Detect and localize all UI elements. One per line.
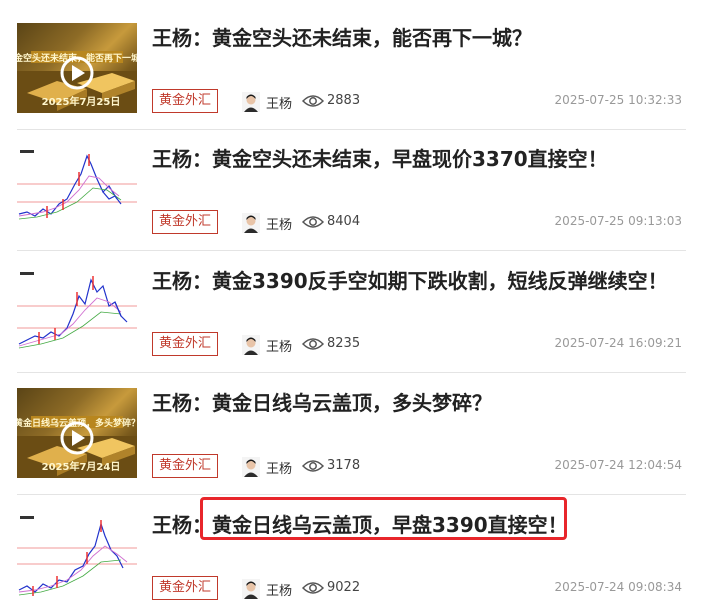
eye-icon	[302, 460, 324, 472]
article-title[interactable]: 王杨：黄金空头还未结束，早盘现价3370直接空！	[152, 143, 608, 172]
video-thumbnail[interactable]: 黄金日线乌云盖顶，多头梦碎？ 2025年7月24日	[17, 388, 137, 478]
view-count: 8235	[327, 336, 361, 351]
category-tag[interactable]: 黄金外汇	[152, 454, 219, 478]
price-chart-image	[17, 144, 137, 234]
author-avatar	[242, 579, 260, 599]
author-avatar	[242, 92, 260, 112]
author-avatar	[242, 457, 260, 477]
author-name[interactable]: 王杨	[266, 214, 292, 233]
author-name[interactable]: 王杨	[266, 580, 292, 599]
publish-time: 2025-07-25 09:13:03	[554, 214, 682, 228]
author-avatar	[242, 335, 260, 355]
gold-bars-illustration: 黄金日线乌云盖顶，多头梦碎？ 2025年7月24日	[17, 416, 137, 478]
author-avatar	[242, 213, 260, 233]
price-chart-image	[17, 266, 137, 356]
article-item[interactable]: 王杨：黄金空头还未结束，早盘现价3370直接空！ 黄金外汇 王杨 8404 20…	[0, 121, 706, 239]
publish-time: 2025-07-24 12:04:54	[554, 458, 682, 472]
view-count: 9022	[327, 580, 361, 595]
article-item[interactable]: 王杨：黄金3390反手空如期下跌收割，短线反弹继续空！ 黄金外汇 王杨 8235…	[0, 243, 706, 361]
view-count: 2883	[327, 93, 361, 108]
article-list: 黄金空头还未结束，能否再下一城？ 2025年7月25日 王杨：黄金空头还未结束，…	[0, 0, 706, 616]
publish-time: 2025-07-24 09:08:34	[554, 580, 682, 594]
eye-icon	[302, 338, 324, 350]
article-title[interactable]: 王杨：黄金3390反手空如期下跌收割，短线反弹继续空！	[152, 265, 668, 294]
eye-icon	[302, 95, 324, 107]
video-thumbnail[interactable]: 黄金空头还未结束，能否再下一城？ 2025年7月25日	[17, 23, 137, 113]
thumb-caption-bottom: 2025年7月25日	[42, 95, 121, 108]
article-item[interactable]: 黄金空头还未结束，能否再下一城？ 2025年7月25日 王杨：黄金空头还未结束，…	[0, 0, 706, 118]
publish-time: 2025-07-24 16:09:21	[554, 336, 682, 350]
chart-thumbnail[interactable]	[17, 144, 137, 234]
eye-icon	[302, 216, 324, 228]
category-tag[interactable]: 黄金外汇	[152, 89, 219, 113]
price-chart-image	[17, 510, 137, 600]
highlight-box	[200, 497, 567, 540]
chart-thumbnail[interactable]	[17, 266, 137, 356]
gold-bars-illustration: 黄金空头还未结束，能否再下一城？ 2025年7月25日	[17, 51, 137, 113]
chart-thumbnail[interactable]	[17, 510, 137, 600]
author-name[interactable]: 王杨	[266, 93, 292, 112]
category-tag[interactable]: 黄金外汇	[152, 332, 219, 356]
author-name[interactable]: 王杨	[266, 458, 292, 477]
article-title[interactable]: 王杨：黄金日线乌云盖顶，多头梦碎？	[152, 387, 492, 416]
author-name[interactable]: 王杨	[266, 336, 292, 355]
thumb-caption-bottom: 2025年7月24日	[42, 460, 121, 473]
article-item[interactable]: 黄金日线乌云盖顶，多头梦碎？ 2025年7月24日 王杨：黄金日线乌云盖顶，多头…	[0, 365, 706, 483]
view-count: 3178	[327, 458, 361, 473]
category-tag[interactable]: 黄金外汇	[152, 576, 219, 600]
category-tag[interactable]: 黄金外汇	[152, 210, 219, 234]
publish-time: 2025-07-25 10:32:33	[554, 93, 682, 107]
article-title[interactable]: 王杨：黄金空头还未结束，能否再下一城？	[152, 22, 532, 51]
eye-icon	[302, 582, 324, 594]
view-count: 8404	[327, 214, 361, 229]
